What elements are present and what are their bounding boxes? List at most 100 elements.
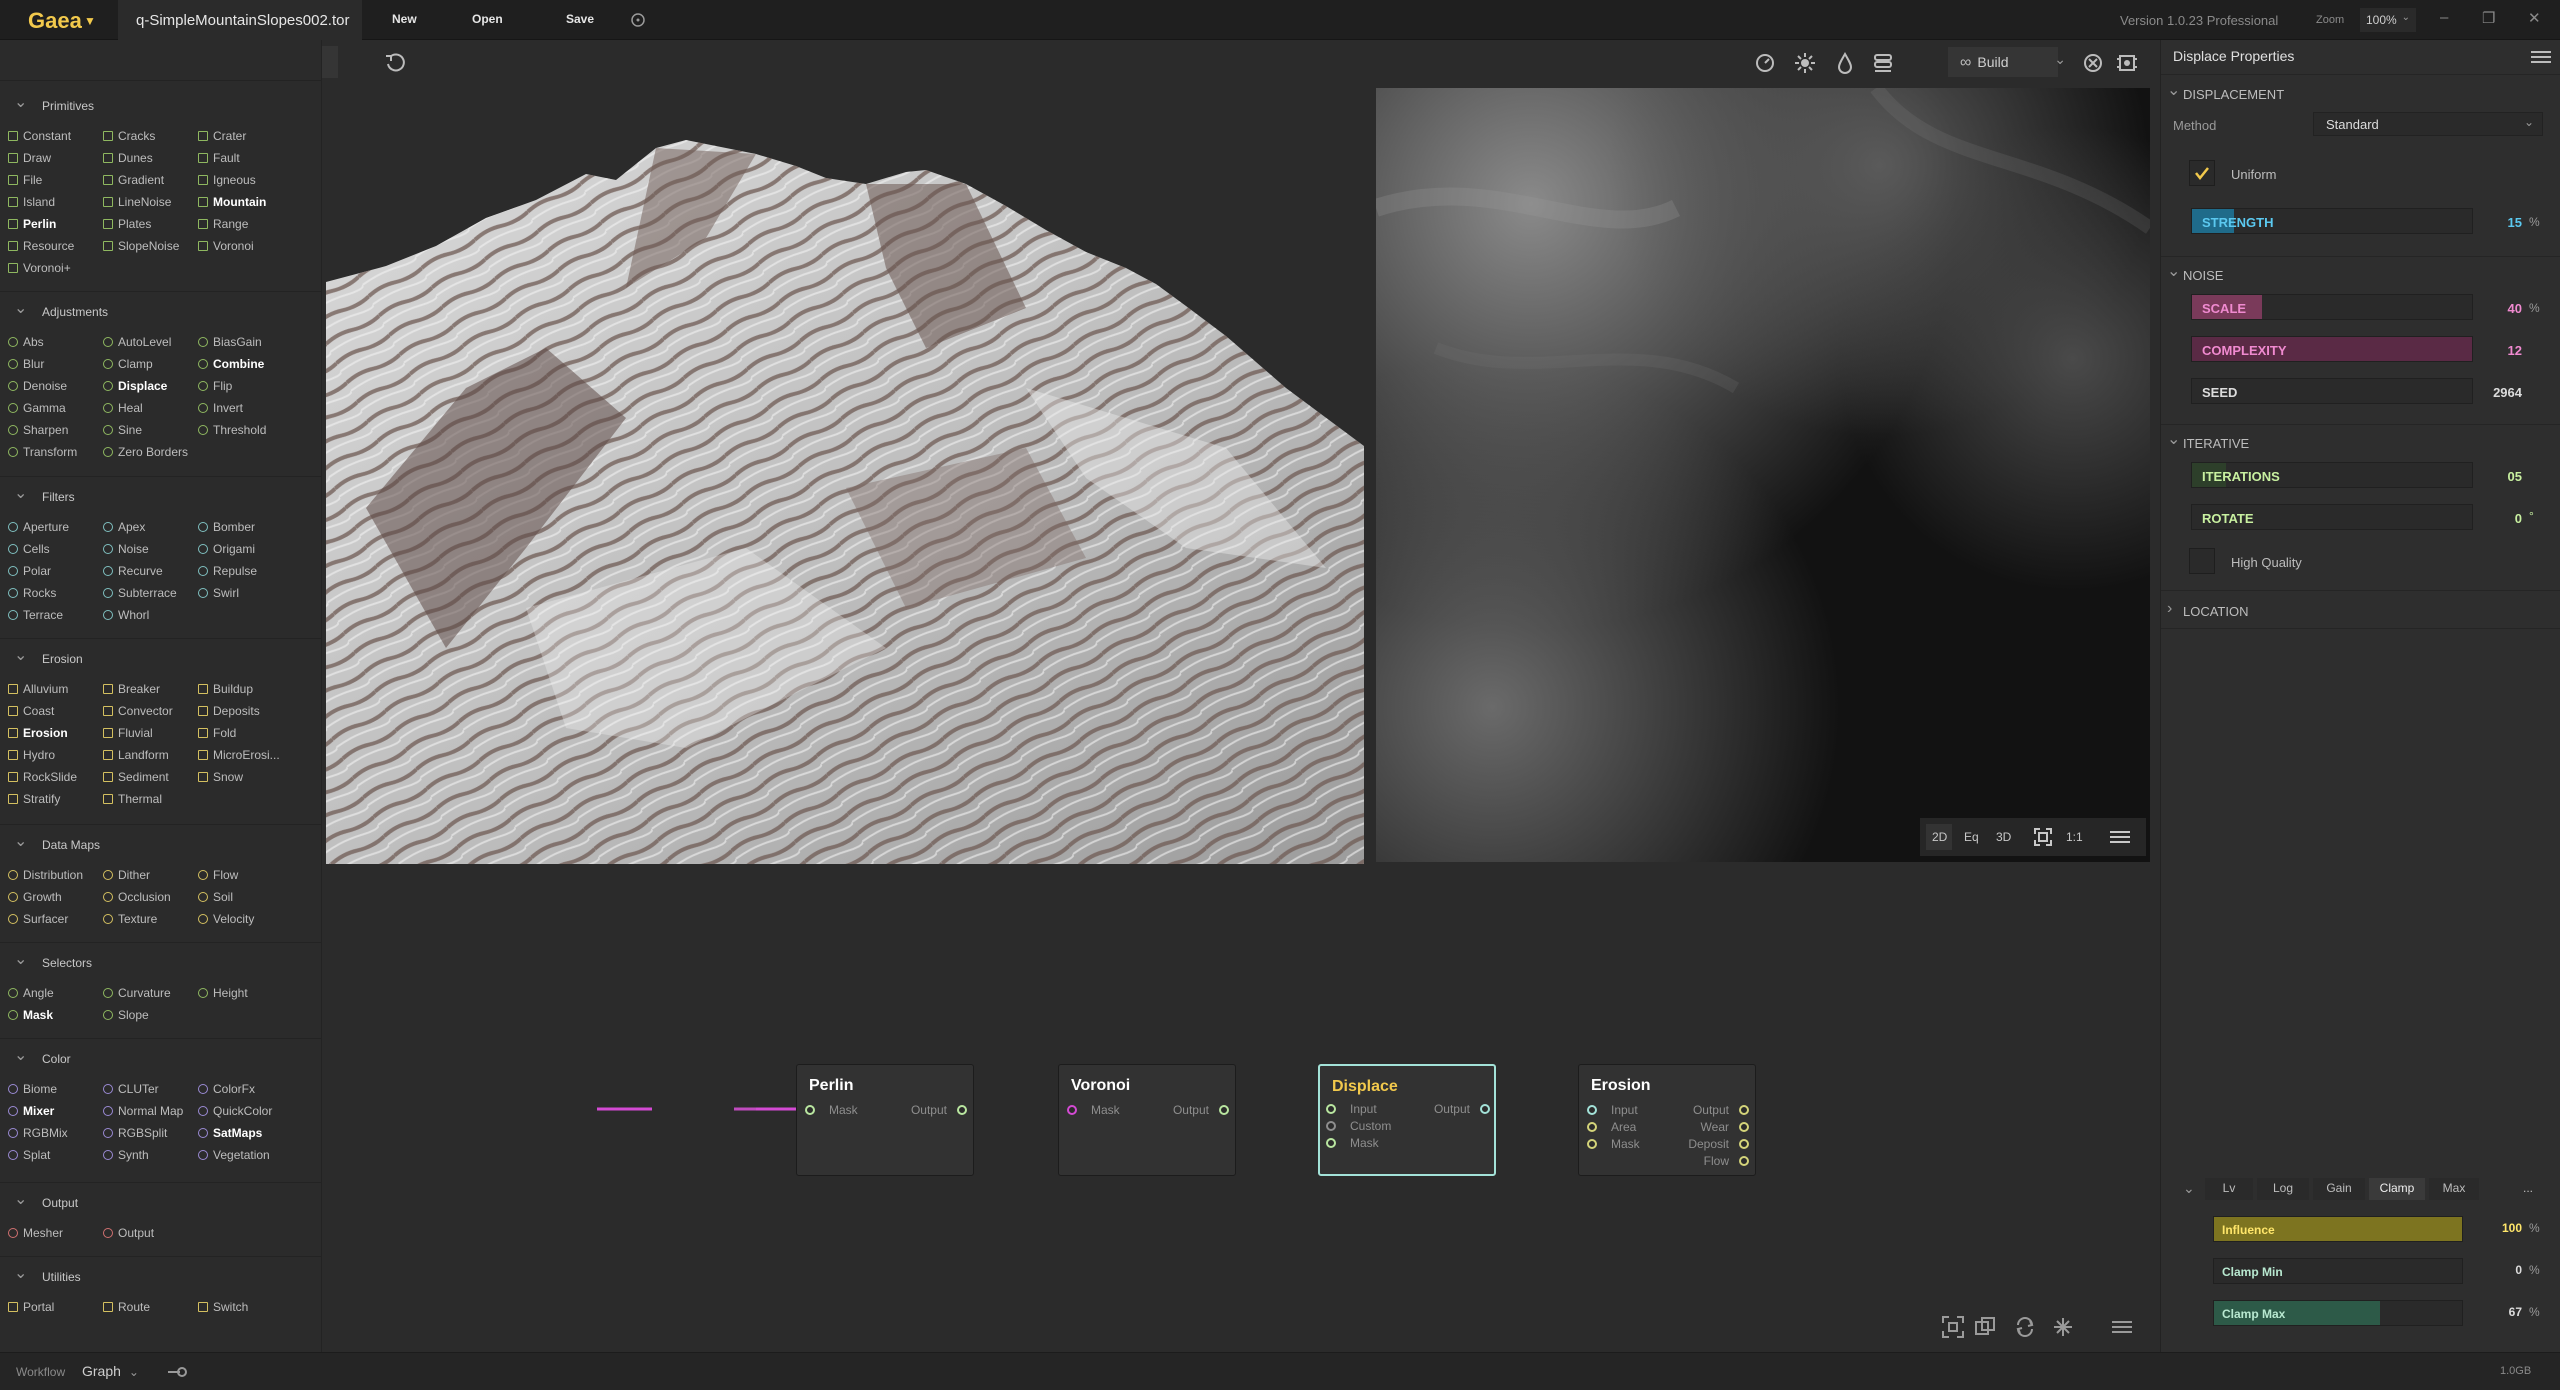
menu-icon[interactable] — [2110, 830, 2130, 844]
palette-item-snow[interactable]: Snow — [198, 770, 243, 784]
refresh-icon[interactable] — [2014, 1316, 2036, 1338]
palette-item-flow[interactable]: Flow — [198, 868, 238, 882]
palette-item-draw[interactable]: Draw — [8, 151, 51, 165]
viewport-3d[interactable] — [326, 88, 1364, 864]
palette-item-convector[interactable]: Convector — [103, 704, 173, 718]
influence-slider[interactable]: Influence — [2213, 1216, 2463, 1242]
category-utilities[interactable]: Utilities — [14, 1263, 81, 1284]
palette-item-growth[interactable]: Growth — [8, 890, 62, 904]
input-port[interactable] — [805, 1105, 815, 1115]
palette-item-alluvium[interactable]: Alluvium — [8, 682, 68, 696]
clamp-min-value[interactable]: 0 — [2515, 1263, 2522, 1277]
input-port[interactable] — [1587, 1139, 1597, 1149]
auto-layout-icon[interactable] — [2052, 1316, 2074, 1338]
app-logo[interactable]: Gaea — [28, 8, 82, 34]
palette-item-erosion[interactable]: Erosion — [8, 726, 68, 740]
palette-item-mixer[interactable]: Mixer — [8, 1104, 54, 1118]
tab-clamp[interactable]: Clamp — [2369, 1178, 2425, 1200]
palette-item-rgbmix[interactable]: RGBMix — [8, 1126, 68, 1140]
mode-eq-button[interactable]: Eq — [1964, 830, 1979, 844]
output-port[interactable] — [1219, 1105, 1229, 1115]
palette-item-stratify[interactable]: Stratify — [8, 792, 60, 806]
palette-item-sharpen[interactable]: Sharpen — [8, 423, 68, 437]
uniform-checkbox[interactable] — [2189, 160, 2215, 186]
palette-item-rockslide[interactable]: RockSlide — [8, 770, 77, 784]
input-port[interactable] — [1326, 1104, 1336, 1114]
palette-item-buildup[interactable]: Buildup — [198, 682, 253, 696]
palette-item-synth[interactable]: Synth — [103, 1148, 149, 1162]
palette-item-threshold[interactable]: Threshold — [198, 423, 266, 437]
palette-item-mesher[interactable]: Mesher — [8, 1226, 63, 1240]
palette-item-gradient[interactable]: Gradient — [103, 173, 164, 187]
palette-item-noise[interactable]: Noise — [103, 542, 149, 556]
section-location[interactable]: LOCATION — [2167, 600, 2248, 619]
palette-item-resource[interactable]: Resource — [8, 239, 74, 253]
frame-all-icon[interactable] — [1942, 1316, 1964, 1338]
viewport-2d[interactable] — [1376, 88, 2150, 862]
category-data-maps[interactable]: Data Maps — [14, 831, 100, 852]
node-voronoi[interactable]: Voronoi Mask Output — [1058, 1064, 1236, 1176]
tab-gain[interactable]: Gain — [2313, 1178, 2365, 1200]
palette-item-terrace[interactable]: Terrace — [8, 608, 63, 622]
complexity-value[interactable]: 12 — [2508, 343, 2522, 358]
scale-value[interactable]: 40 — [2508, 301, 2522, 316]
palette-item-splat[interactable]: Splat — [8, 1148, 50, 1162]
iterations-slider[interactable]: ITERATIONS — [2191, 462, 2473, 488]
palette-item-soil[interactable]: Soil — [198, 890, 233, 904]
zoom-slider-icon[interactable] — [166, 1365, 188, 1379]
palette-item-linenoise[interactable]: LineNoise — [103, 195, 171, 209]
palette-item-distribution[interactable]: Distribution — [8, 868, 83, 882]
palette-item-plates[interactable]: Plates — [103, 217, 151, 231]
method-select[interactable]: Standard ⌄ — [2313, 112, 2543, 136]
palette-item-displace[interactable]: Displace — [103, 379, 167, 393]
rotate-value[interactable]: 0 — [2515, 511, 2522, 526]
mode-2d-button[interactable]: 2D — [1932, 830, 1947, 844]
close-icon[interactable]: ✕ — [2528, 9, 2541, 27]
palette-item-gamma[interactable]: Gamma — [8, 401, 66, 415]
mode-3d-button[interactable]: 3D — [1996, 830, 2011, 844]
output-port[interactable] — [1739, 1156, 1749, 1166]
node-graph[interactable]: Perlin Mask Output Voronoi Mask Output D… — [322, 864, 2160, 1352]
palette-item-route[interactable]: Route — [103, 1300, 150, 1314]
palette-item-voronoi-[interactable]: Voronoi+ — [8, 261, 71, 275]
palette-item-velocity[interactable]: Velocity — [198, 912, 254, 926]
palette-item-autolevel[interactable]: AutoLevel — [103, 335, 171, 349]
palette-item-zero-borders[interactable]: Zero Borders — [103, 445, 188, 459]
clamp-min-slider[interactable]: Clamp Min — [2213, 1258, 2463, 1284]
input-port[interactable] — [1326, 1121, 1336, 1131]
palette-item-heal[interactable]: Heal — [103, 401, 143, 415]
add-icon[interactable] — [630, 12, 646, 28]
palette-item-sine[interactable]: Sine — [103, 423, 142, 437]
palette-item-mask[interactable]: Mask — [8, 1008, 53, 1022]
water-drop-icon[interactable] — [1834, 52, 1856, 74]
output-port[interactable] — [1739, 1139, 1749, 1149]
palette-item-dither[interactable]: Dither — [103, 868, 150, 882]
settings-icon[interactable] — [2116, 52, 2138, 74]
palette-item-mountain[interactable]: Mountain — [198, 195, 266, 209]
palette-item-output[interactable]: Output — [103, 1226, 154, 1240]
palette-item-apex[interactable]: Apex — [103, 520, 145, 534]
palette-item-whorl[interactable]: Whorl — [103, 608, 149, 622]
palette-item-portal[interactable]: Portal — [8, 1300, 54, 1314]
section-displacement[interactable]: DISPLACEMENT — [2167, 80, 2284, 102]
input-port[interactable] — [1587, 1122, 1597, 1132]
palette-item-swirl[interactable]: Swirl — [198, 586, 239, 600]
minimize-icon[interactable]: – — [2440, 9, 2448, 26]
category-output[interactable]: Output — [14, 1189, 78, 1210]
palette-item-aperture[interactable]: Aperture — [8, 520, 69, 534]
palette-item-fluvial[interactable]: Fluvial — [103, 726, 153, 740]
chevron-down-icon[interactable]: ⌄ — [2183, 1180, 2195, 1197]
palette-item-slopenoise[interactable]: SlopeNoise — [103, 239, 179, 253]
menu-icon[interactable] — [2112, 1320, 2132, 1334]
palette-item-quickcolor[interactable]: QuickColor — [198, 1104, 272, 1118]
sun-icon[interactable] — [1794, 52, 1816, 74]
palette-item-sediment[interactable]: Sediment — [103, 770, 169, 784]
app-menu-chevron-icon[interactable]: ▼ — [84, 14, 96, 28]
palette-item-recurve[interactable]: Recurve — [103, 564, 163, 578]
menu-icon[interactable] — [2531, 50, 2551, 64]
workflow-select[interactable]: Graph ⌄ — [82, 1363, 139, 1379]
palette-item-occlusion[interactable]: Occlusion — [103, 890, 171, 904]
save-button[interactable]: Save — [566, 12, 594, 26]
seed-slider[interactable]: SEED — [2191, 378, 2473, 404]
high-quality-checkbox[interactable] — [2189, 548, 2215, 574]
